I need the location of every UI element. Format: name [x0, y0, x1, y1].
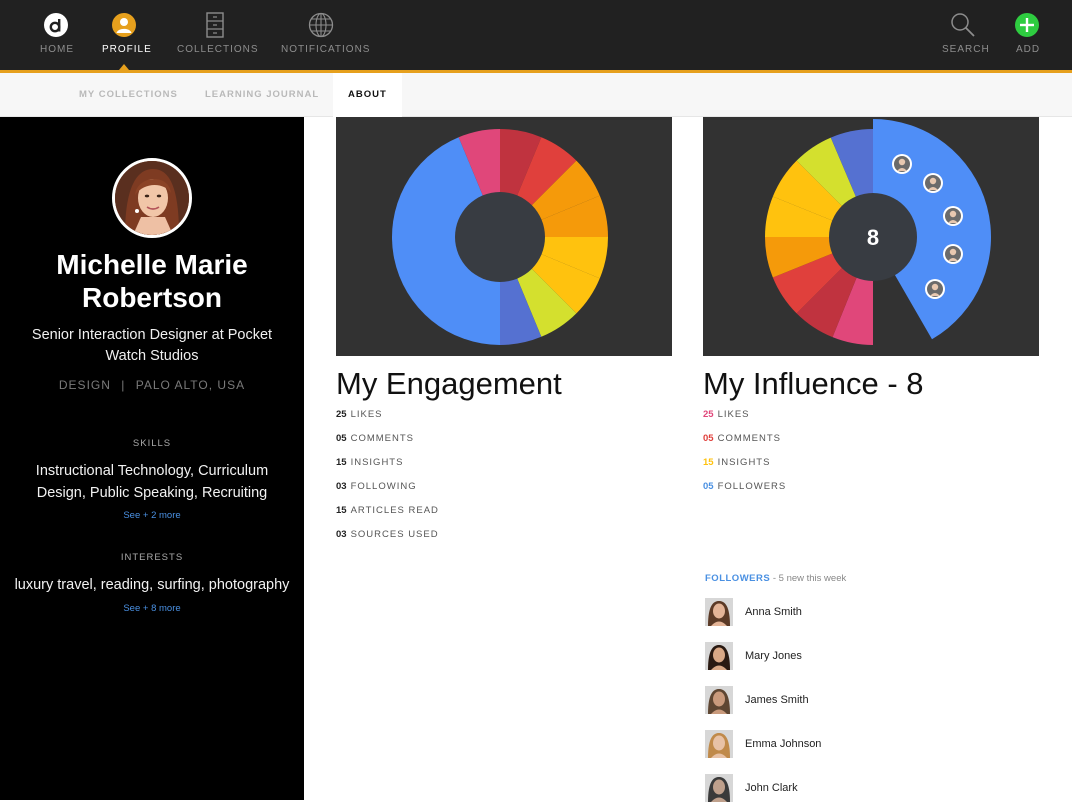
tab-about[interactable]: ABOUT [333, 73, 402, 117]
followers-subheader: - 5 new this week [770, 573, 847, 584]
follower-avatar-marker[interactable] [943, 206, 963, 226]
nav-profile[interactable]: PROFILE [102, 0, 151, 70]
profile-sidebar: Michelle Marie Robertson Senior Interact… [0, 117, 304, 800]
search-icon [951, 13, 975, 37]
avatar [112, 158, 192, 238]
department: DESIGN [58, 378, 111, 392]
engagement-stat-label: INSIGHTS [350, 457, 404, 468]
nav-notifications[interactable]: NOTIFICATIONS [281, 0, 369, 70]
influence-stat-row: 05 COMMENTS [703, 433, 781, 444]
engagement-stat-label: COMMENTS [350, 433, 414, 444]
follower-name[interactable]: James Smith [745, 694, 809, 706]
sub-tabs: MY COLLECTIONS LEARNING JOURNAL ABOUT [0, 73, 1072, 117]
engagement-stat-value: 15 [336, 505, 347, 516]
engagement-stat-row: 15 INSIGHTS [336, 457, 403, 468]
engagement-stat-row: 05 COMMENTS [336, 433, 414, 444]
influence-stat-row: 05 FOLLOWERS [703, 481, 786, 492]
tab-my-collections[interactable]: MY COLLECTIONS [79, 73, 178, 117]
engagement-stat-value: 03 [336, 529, 347, 540]
engagement-title: My Engagement [336, 366, 562, 401]
top-navigation: HOME PROFILE COLLECTIONS NOTIFICATIONS S… [0, 0, 1072, 70]
follower-avatar-marker[interactable] [925, 279, 945, 299]
influence-title: My Influence - 8 [703, 366, 924, 401]
profile-icon [112, 13, 136, 37]
profile-name-line2: Robertson [82, 282, 222, 313]
interests-header: INTERESTS [120, 552, 184, 563]
location: PALO ALTO, USA [135, 378, 246, 392]
follower-name[interactable]: John Clark [745, 782, 798, 794]
nav-home-label: HOME [40, 44, 74, 55]
nav-search-label: SEARCH [942, 44, 990, 55]
follower-avatar [705, 774, 733, 802]
follower-avatar-marker[interactable] [923, 173, 943, 193]
engagement-stat-value: 25 [336, 409, 347, 420]
follower-avatar [705, 686, 733, 714]
nav-profile-label: PROFILE [102, 44, 152, 55]
engagement-stat-row: 03 SOURCES USED [336, 529, 439, 540]
influence-stat-row: 15 INSIGHTS [703, 457, 770, 468]
follower-avatar [705, 730, 733, 758]
engagement-stat-label: FOLLOWING [350, 481, 417, 492]
nav-add-label: ADD [1016, 44, 1041, 55]
plus-icon [1015, 13, 1039, 37]
influence-stat-label: COMMENTS [717, 433, 781, 444]
follower-name[interactable]: Emma Johnson [745, 738, 821, 750]
engagement-stat-label: ARTICLES READ [350, 505, 439, 516]
avatar-portrait [115, 161, 189, 235]
job-title: Senior Interaction Designer at Pocket Wa… [31, 327, 273, 364]
engagement-stat-value: 15 [336, 457, 347, 468]
engagement-stat-label: SOURCES USED [350, 529, 439, 540]
engagement-donut-hole [455, 192, 545, 282]
follower-avatar-marker[interactable] [943, 244, 963, 264]
nav-add[interactable]: ADD [1014, 0, 1041, 70]
followers-header: FOLLOWERS - 5 new this week [705, 573, 846, 584]
nav-search[interactable]: SEARCH [942, 0, 989, 70]
location-separator: | [121, 378, 126, 392]
follower-avatar [705, 598, 733, 626]
follower-name[interactable]: Mary Jones [745, 650, 802, 662]
engagement-stat-row: 03 FOLLOWING [336, 481, 417, 492]
engagement-chart-panel [336, 117, 672, 356]
influence-stat-value: 15 [703, 457, 714, 468]
engagement-stat-value: 03 [336, 481, 347, 492]
influence-donut: 8 [765, 119, 991, 345]
interests-text: luxury travel, reading, surfing, photogr… [14, 577, 290, 593]
engagement-stat-label: LIKES [350, 409, 383, 420]
influence-stat-label: INSIGHTS [717, 457, 771, 468]
logo-icon [44, 13, 68, 37]
influence-stat-value: 05 [703, 481, 714, 492]
engagement-stat-value: 05 [336, 433, 347, 444]
engagement-donut [391, 129, 608, 345]
influence-chart-panel: 8 [703, 117, 1039, 356]
influence-stat-value: 25 [703, 409, 714, 420]
skills-header: SKILLS [132, 438, 172, 449]
cabinet-icon [206, 12, 224, 38]
follower-avatar-marker[interactable] [892, 154, 912, 174]
follower-name[interactable]: Anna Smith [745, 606, 802, 618]
follower-avatar [705, 642, 733, 670]
followers-header-label[interactable]: FOLLOWERS [705, 573, 770, 584]
skills-text: Instructional Technology, Curriculum Des… [35, 463, 269, 501]
location-line: DESIGN | PALO ALTO, USA [0, 378, 304, 392]
nav-notifications-label: NOTIFICATIONS [281, 44, 371, 55]
influence-stat-value: 05 [703, 433, 714, 444]
nav-collections[interactable]: COLLECTIONS [177, 0, 258, 70]
profile-name: Michelle Marie Robertson [0, 248, 304, 314]
profile-name-line1: Michelle Marie [56, 249, 248, 280]
influence-center-value: 8 [867, 225, 879, 250]
tab-learning-journal[interactable]: LEARNING JOURNAL [205, 73, 319, 117]
nav-collections-label: COLLECTIONS [177, 44, 259, 55]
influence-stat-label: FOLLOWERS [717, 481, 787, 492]
interests-see-more-link[interactable]: See + 8 more [0, 603, 304, 614]
engagement-stat-row: 15 ARTICLES READ [336, 505, 439, 516]
influence-stat-row: 25 LIKES [703, 409, 750, 420]
influence-stat-label: LIKES [717, 409, 750, 420]
engagement-stat-row: 25 LIKES [336, 409, 383, 420]
skills-see-more-link[interactable]: See + 2 more [0, 510, 304, 521]
globe-icon [308, 12, 334, 38]
nav-home[interactable]: HOME [40, 0, 74, 70]
